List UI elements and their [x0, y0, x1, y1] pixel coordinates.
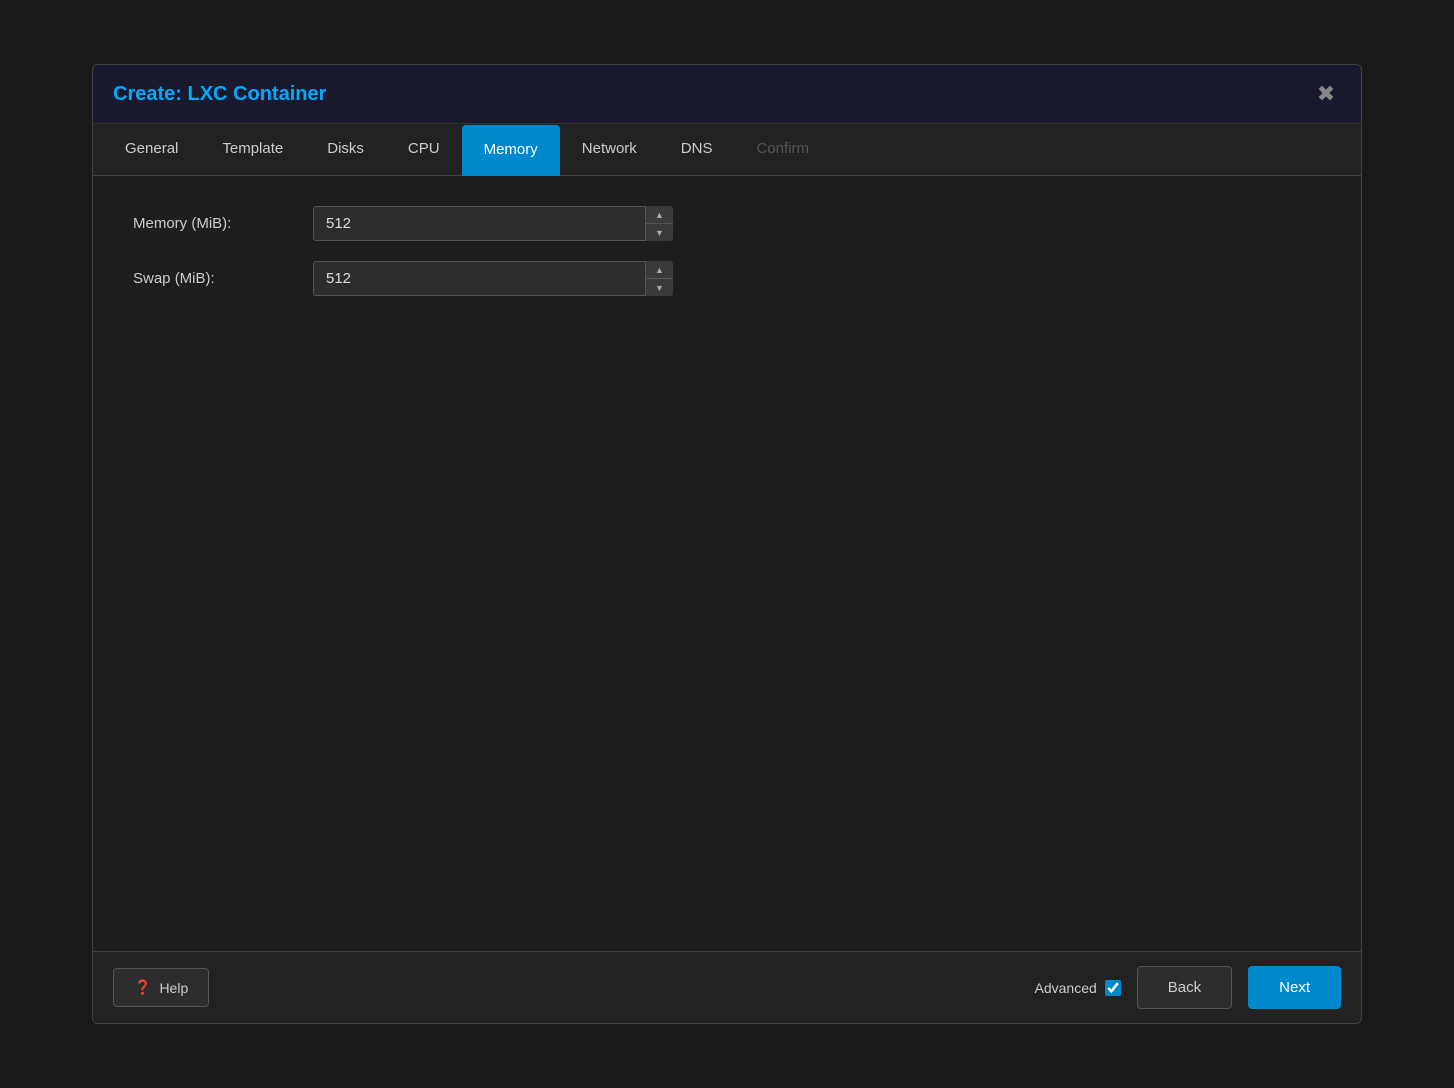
tab-bar: General Template Disks CPU Memory Networ…: [93, 124, 1361, 176]
help-label: Help: [159, 980, 188, 996]
swap-row: Swap (MiB): ▲ ▼: [133, 261, 1321, 296]
tab-memory[interactable]: Memory: [462, 125, 560, 176]
title-bar: Create: LXC Container ✖: [93, 65, 1361, 124]
advanced-checkbox[interactable]: [1105, 980, 1121, 996]
close-button[interactable]: ✖: [1311, 79, 1341, 109]
back-button[interactable]: Back: [1137, 966, 1232, 1009]
footer-right: Advanced Back Next: [1035, 966, 1341, 1009]
memory-label: Memory (MiB):: [133, 215, 313, 232]
swap-label: Swap (MiB):: [133, 270, 313, 287]
tab-template[interactable]: Template: [200, 124, 305, 175]
memory-increment-button[interactable]: ▲: [646, 206, 673, 224]
tab-dns[interactable]: DNS: [659, 124, 735, 175]
swap-input[interactable]: [313, 261, 673, 296]
memory-input[interactable]: [313, 206, 673, 241]
swap-spinner-buttons: ▲ ▼: [645, 261, 673, 296]
swap-increment-button[interactable]: ▲: [646, 261, 673, 279]
memory-row: Memory (MiB): ▲ ▼: [133, 206, 1321, 241]
swap-spinbox: ▲ ▼: [313, 261, 673, 296]
footer: ❓ Help Advanced Back Next: [93, 951, 1361, 1023]
swap-decrement-button[interactable]: ▼: [646, 279, 673, 296]
help-button[interactable]: ❓ Help: [113, 968, 209, 1007]
memory-spinner-buttons: ▲ ▼: [645, 206, 673, 241]
next-button[interactable]: Next: [1248, 966, 1341, 1009]
advanced-label: Advanced: [1035, 980, 1121, 996]
tab-confirm: Confirm: [734, 124, 831, 175]
advanced-text: Advanced: [1035, 980, 1097, 996]
create-lxc-dialog: Create: LXC Container ✖ General Template…: [92, 64, 1362, 1024]
tab-network[interactable]: Network: [560, 124, 659, 175]
tab-general[interactable]: General: [103, 124, 200, 175]
memory-spinbox: ▲ ▼: [313, 206, 673, 241]
help-icon: ❓: [134, 979, 151, 996]
dialog-title: Create: LXC Container: [113, 83, 326, 106]
tab-cpu[interactable]: CPU: [386, 124, 462, 175]
tab-disks[interactable]: Disks: [305, 124, 386, 175]
form-content: Memory (MiB): ▲ ▼ Swap (MiB): ▲ ▼: [93, 176, 1361, 951]
memory-decrement-button[interactable]: ▼: [646, 224, 673, 241]
